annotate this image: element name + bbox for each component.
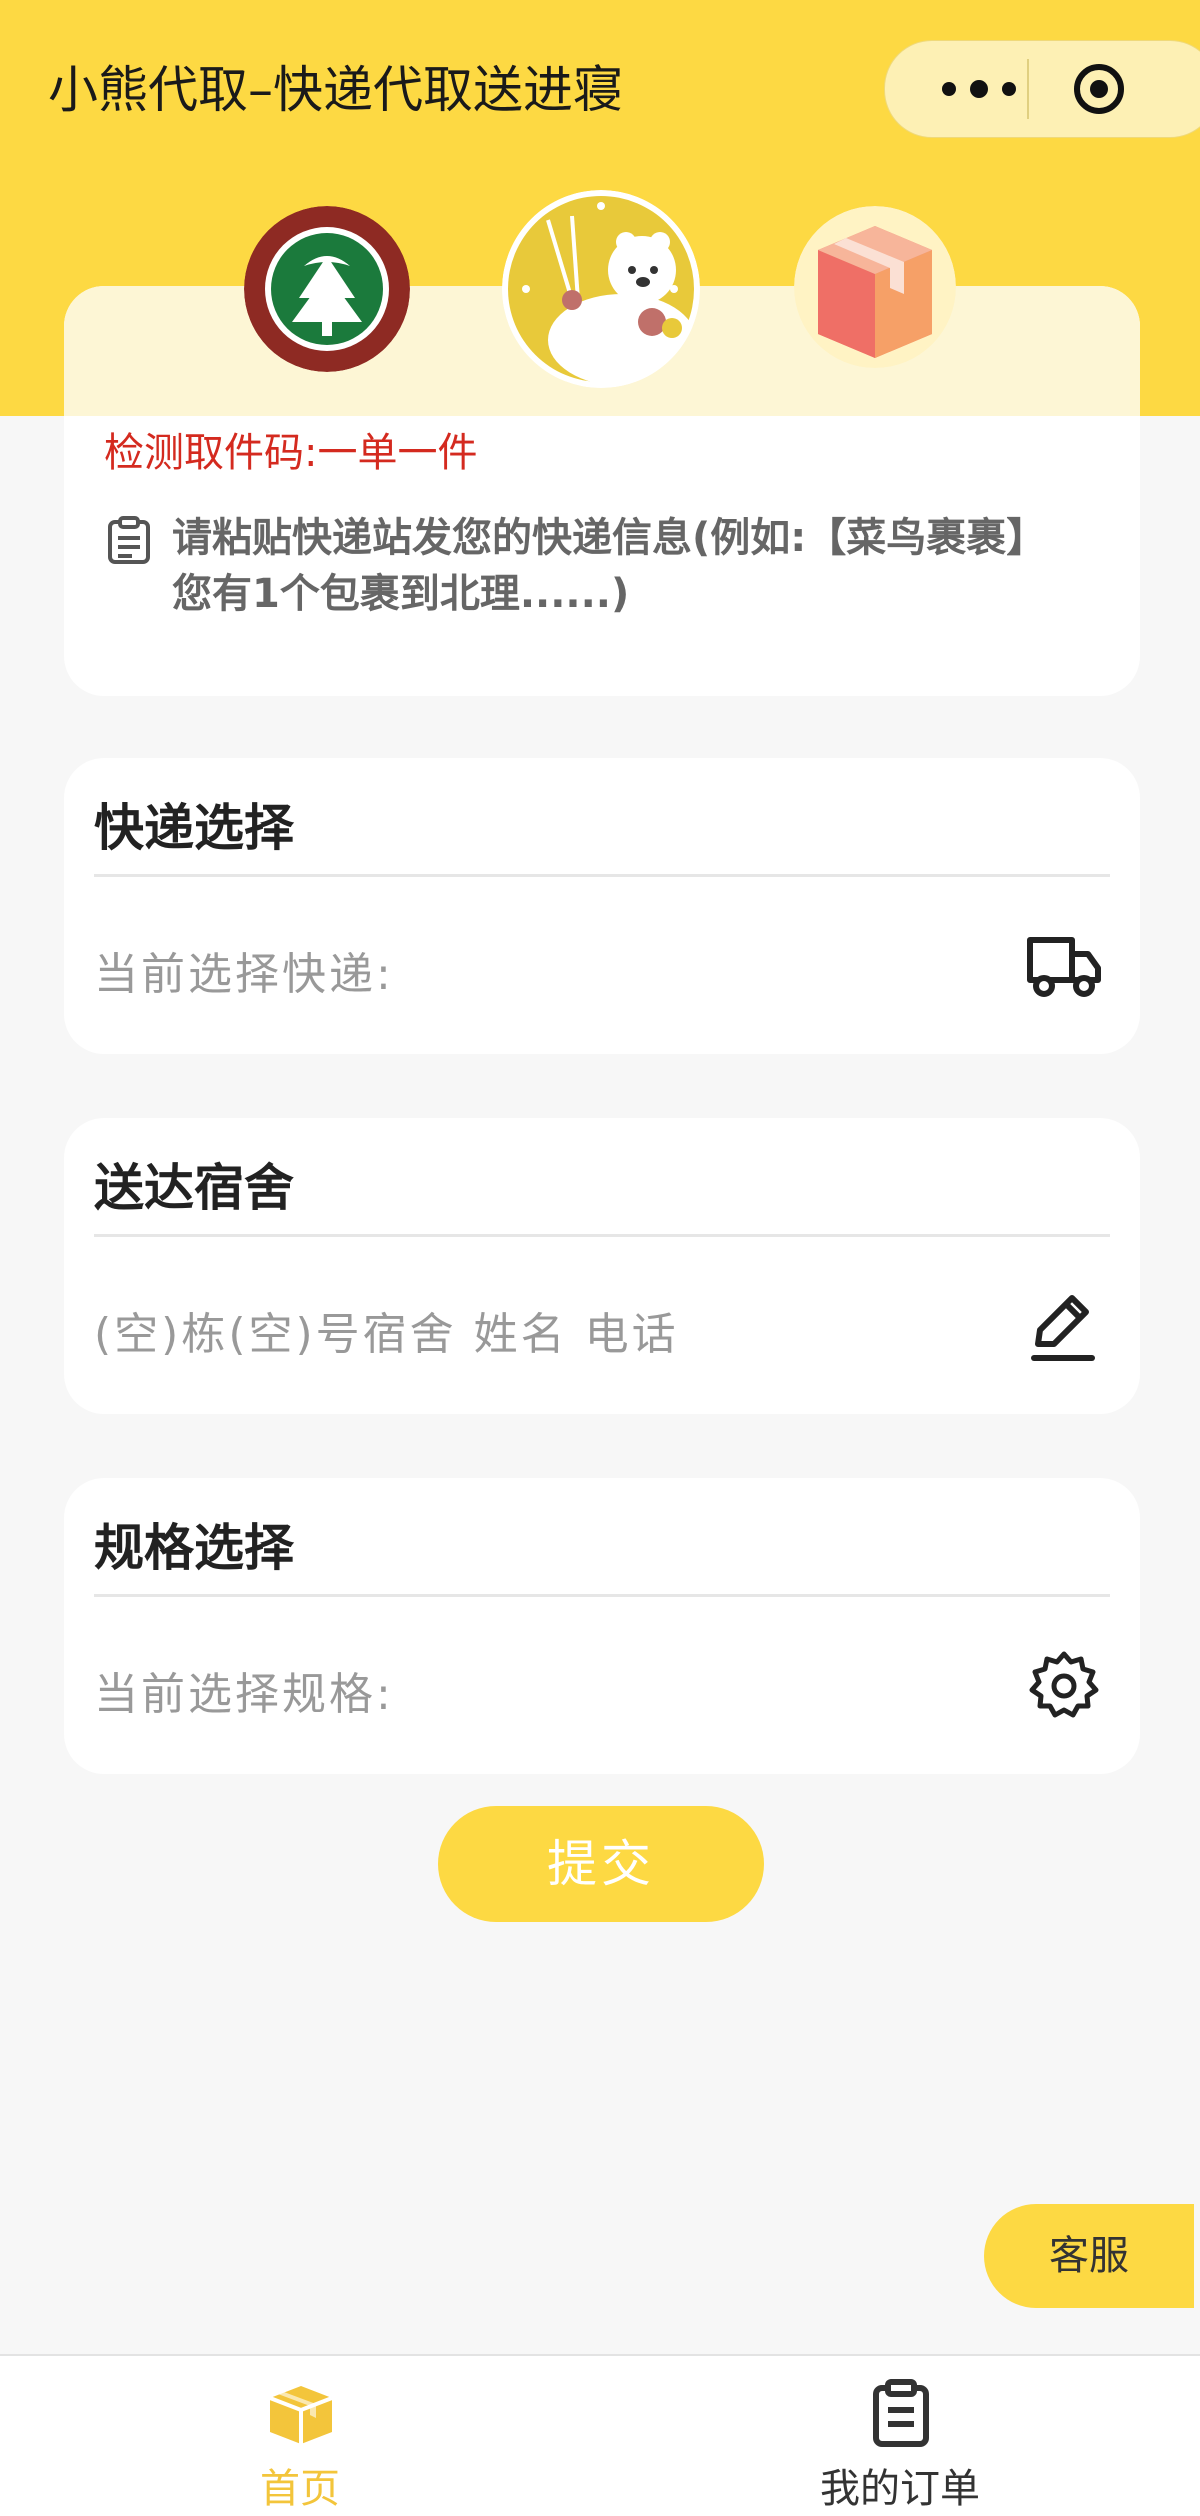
university-emblem [244, 206, 410, 372]
capsule-divider [1027, 59, 1029, 119]
mini-program-capsule [884, 40, 1200, 138]
clipboard-icon [873, 2379, 929, 2447]
courier-select-card[interactable]: 快递选择 当前选择快递: [64, 758, 1140, 1054]
dorm-address-card[interactable]: 送达宿舍 (空)栋(空)号宿舍 姓名 电话 [64, 1118, 1140, 1414]
bear-mascot [502, 190, 700, 388]
app-title: 小熊代取–快递代取送进寝 [48, 61, 623, 119]
dorm-current-value: (空)栋(空)号宿舍 姓名 电话 [94, 1309, 679, 1360]
parcel-box-icon [794, 206, 956, 368]
more-dots-icon[interactable] [929, 71, 1049, 107]
courier-card-title: 快递选择 [94, 799, 294, 857]
card-divider [94, 1594, 1110, 1597]
bottom-tab-bar: 首页 我的订单 [0, 2354, 1200, 2516]
card-divider [94, 874, 1110, 877]
spec-select-card[interactable]: 规格选择 当前选择规格: [64, 1478, 1140, 1774]
truck-icon[interactable] [1026, 928, 1102, 1004]
tab-home-label: 首页 [260, 2466, 340, 2512]
tab-my-orders[interactable]: 我的订单 [600, 2356, 1200, 2516]
paste-info-textarea[interactable]: 请粘贴快递站发您的快递信息(例如:【菜鸟裹裹】您有1个包裹到北理......) [172, 510, 1052, 622]
card-divider [94, 1234, 1110, 1237]
tab-home[interactable]: 首页 [0, 2356, 600, 2516]
clipboard-icon [108, 516, 150, 564]
submit-button[interactable]: 提交 [438, 1806, 764, 1922]
pick-code-hint: 检测取件码:一单一件 [104, 430, 478, 476]
courier-current-value: 当前选择快递: [94, 949, 394, 1000]
gear-icon[interactable] [1026, 1648, 1102, 1724]
tab-my-orders-label: 我的订单 [820, 2466, 980, 2512]
target-circle-icon[interactable] [1073, 63, 1125, 115]
customer-service-button[interactable]: 客服 [984, 2204, 1194, 2308]
spec-card-title: 规格选择 [94, 1519, 294, 1577]
box-icon [269, 2386, 333, 2444]
pencil-icon[interactable] [1026, 1288, 1102, 1364]
spec-current-value: 当前选择规格: [94, 1669, 394, 1720]
dorm-card-title: 送达宿舍 [94, 1159, 294, 1217]
